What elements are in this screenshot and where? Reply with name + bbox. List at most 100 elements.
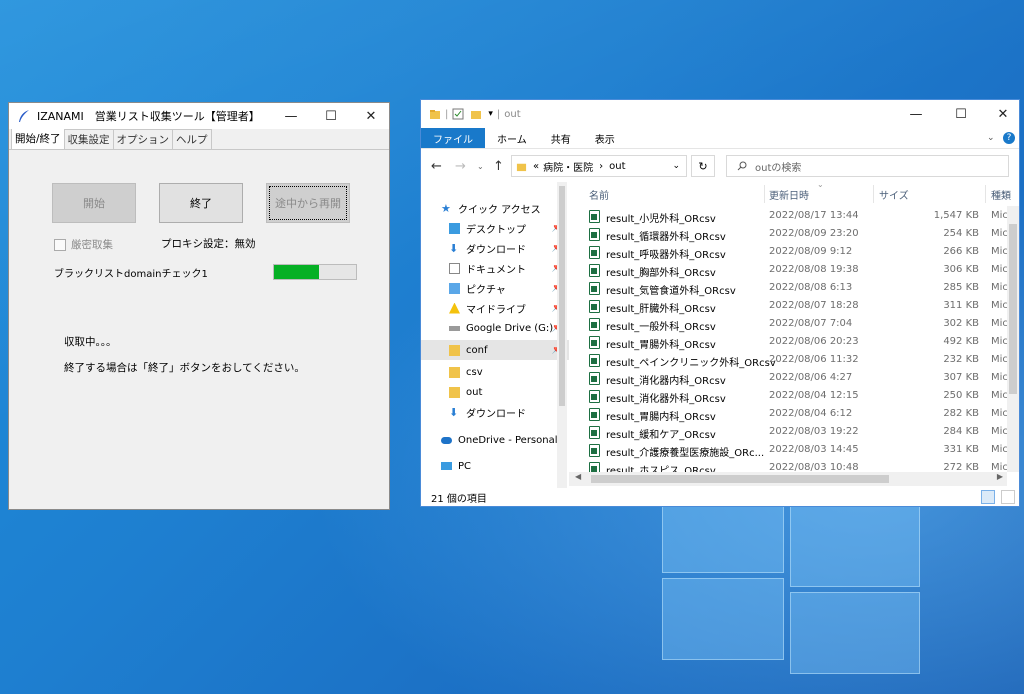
search-box[interactable]: outの検索 [726,155,1009,177]
file-row[interactable]: result_呼吸器外科_ORcsv 2022/08/09 9:12 266 KB M… [581,244,1019,262]
nav-item-label: ダウンロード [466,244,526,256]
address-bar[interactable]: « 病院・医院 › out ⌄ [511,155,687,177]
quick-access-dropdown-icon[interactable]: ▾ [488,109,493,119]
breadcrumb-hospital[interactable]: 病院・医院 [543,159,593,174]
explorer-titlebar[interactable]: | ▾ | out — ☐ ✕ [421,100,1019,128]
expand-ribbon-icon[interactable]: ⌄ [987,133,995,143]
column-divider[interactable] [764,185,765,203]
breadcrumb-separator[interactable]: › [599,161,603,172]
recent-dropdown-icon[interactable]: ⌄ [477,162,484,171]
nav-item-desktop[interactable]: デスクトップ📌 [421,218,569,238]
ribbon-tab-view[interactable]: 表示 [583,128,627,148]
ribbon-tab-file[interactable]: ファイル [421,128,485,148]
nav-item-label: PC [458,460,472,472]
back-arrow-icon[interactable]: ← [431,159,442,174]
up-arrow-icon[interactable]: ↑ [493,159,504,174]
file-date: 2022/08/09 23:20 [769,228,859,239]
scrollbar-thumb[interactable] [591,475,889,483]
help-icon[interactable]: ? [1003,132,1015,144]
file-row[interactable]: result_気管食道外科_ORcsv 2022/08/08 6:13 285 KB… [581,280,1019,298]
ribbon-tab-share[interactable]: 共有 [539,128,583,148]
file-type: Mic [991,444,1008,455]
close-button[interactable]: ✕ [351,103,391,129]
breadcrumb-out[interactable]: out [609,161,625,172]
refresh-icon[interactable]: ↻ [691,155,715,177]
tab-help[interactable]: ヘルプ [172,129,212,149]
minimize-button[interactable]: — [896,101,936,127]
file-row[interactable]: result_消化器外科_ORcsv 2022/08/04 12:15 250 KB… [581,388,1019,406]
column-header-name[interactable]: 名前 [589,182,609,206]
tab-start-end[interactable]: 開始/終了 [11,128,65,149]
file-size: 266 KB [943,246,979,257]
column-divider[interactable] [985,185,986,203]
file-size: 331 KB [943,444,979,455]
minimize-button[interactable]: — [271,103,311,129]
file-row[interactable]: result_肝臓外科_ORcsv 2022/08/07 18:28 311 KB M… [581,298,1019,316]
file-row[interactable]: result_ペインクリニック外科_ORcsv 2022/08/06 11:32 2… [581,352,1019,370]
nav-item-downloads-2[interactable]: ⬇ ダウンロード [421,402,569,422]
breadcrumb-overflow[interactable]: « [533,161,539,172]
file-name: result_消化器外科_ORcsv [606,394,726,405]
excel-file-icon [589,282,600,295]
file-date: 2022/08/03 14:45 [769,444,859,455]
address-row: ← → ⌄ ↑ « 病院・医院 › out ⌄ ↻ outの検索 [421,149,1019,183]
file-list-horizontal-scrollbar[interactable]: ◀ ▶ [569,472,1007,486]
large-icons-view-icon[interactable] [1001,490,1015,504]
nav-item-csv[interactable]: csv [421,362,569,382]
file-row[interactable]: result_消化器内科_ORcsv 2022/08/06 4:27 307 KB M… [581,370,1019,388]
close-button[interactable]: ✕ [983,101,1019,127]
nav-item-conf[interactable]: conf📌 [421,340,569,360]
scrollbar-thumb[interactable] [559,186,565,406]
nav-scrollbar[interactable] [557,182,567,488]
strict-collect-checkbox[interactable]: 厳密取集 [54,237,113,252]
folder-icon [516,163,527,171]
izanami-window: IZANAMI 営業リスト収集ツール【管理者】 — ☐ ✕ 開始/終了 収集設定… [8,102,390,510]
file-row[interactable]: result_胃腸外科_ORcsv 2022/08/06 20:23 492 KB M… [581,334,1019,352]
nav-item-out[interactable]: out [421,382,569,402]
end-button[interactable]: 終了 [159,183,243,223]
file-row[interactable]: result_緩和ケア_ORcsv 2022/08/03 19:22 284 KB M… [581,424,1019,442]
column-header-size[interactable]: サイズ [879,182,909,206]
tab-collect-settings[interactable]: 収集設定 [63,129,114,149]
start-button[interactable]: 開始 [52,183,136,223]
address-dropdown-icon[interactable]: ⌄ [672,161,680,171]
file-row[interactable]: result_一般外科_ORcsv 2022/08/07 7:04 302 KB Mi… [581,316,1019,334]
nav-item-quick-access[interactable]: ★ クイック アクセス [421,198,569,218]
file-size: 307 KB [943,372,979,383]
scroll-left-icon[interactable]: ◀ [575,472,581,481]
nav-item-onedrive[interactable]: OneDrive - Personal [421,430,569,450]
forward-arrow-icon[interactable]: → [455,159,466,174]
column-header-date[interactable]: 更新日時 [769,182,809,206]
nav-item-google-drive[interactable]: Google Drive (G:)📌 [421,318,569,338]
file-name: result_ペインクリニック外科_ORcsv [606,358,776,369]
nav-item-downloads[interactable]: ⬇ダウンロード📌 [421,238,569,258]
nav-item-pc[interactable]: PC [421,456,569,476]
excel-file-icon [589,372,600,385]
nav-item-documents[interactable]: ドキュメント📌 [421,258,569,278]
details-view-icon[interactable] [981,490,995,504]
scroll-right-icon[interactable]: ▶ [997,472,1003,481]
tab-options[interactable]: オプション [112,129,174,149]
resume-button[interactable]: 途中から再開 [266,183,350,223]
search-placeholder: outの検索 [755,162,802,174]
file-row[interactable]: result_胃腸内科_ORcsv 2022/08/04 6:12 282 KB Mi… [581,406,1019,424]
column-divider[interactable] [873,185,874,203]
file-row[interactable]: result_循環器外科_ORcsv 2022/08/09 23:20 254 KB… [581,226,1019,244]
new-folder-icon[interactable] [470,108,482,120]
ribbon-tab-home[interactable]: ホーム [485,128,539,148]
file-row[interactable]: result_胸部外科_ORcsv 2022/08/08 19:38 306 KB M… [581,262,1019,280]
izanami-titlebar[interactable]: IZANAMI 営業リスト収集ツール【管理者】 — ☐ ✕ [9,103,389,129]
file-row[interactable]: result_介護療養型医療施設_ORc... 2022/08/03 14:45 3… [581,442,1019,460]
checkbox-box[interactable] [54,238,66,251]
maximize-button[interactable]: ☐ [311,103,351,129]
column-header-type[interactable]: 種類 [991,182,1011,206]
file-row[interactable]: result_小児外科_ORcsv 2022/08/17 13:44 1,547 K… [581,208,1019,226]
excel-file-icon [589,228,600,241]
file-list-vertical-scrollbar[interactable] [1007,206,1019,472]
nav-item-pictures[interactable]: ピクチャ📌 [421,278,569,298]
nav-item-my-drive[interactable]: マイドライブ📌 [421,298,569,318]
properties-icon[interactable] [452,108,464,120]
scrollbar-thumb[interactable] [1009,224,1017,394]
maximize-button[interactable]: ☐ [941,101,981,127]
nav-item-label: ダウンロード [466,408,526,420]
